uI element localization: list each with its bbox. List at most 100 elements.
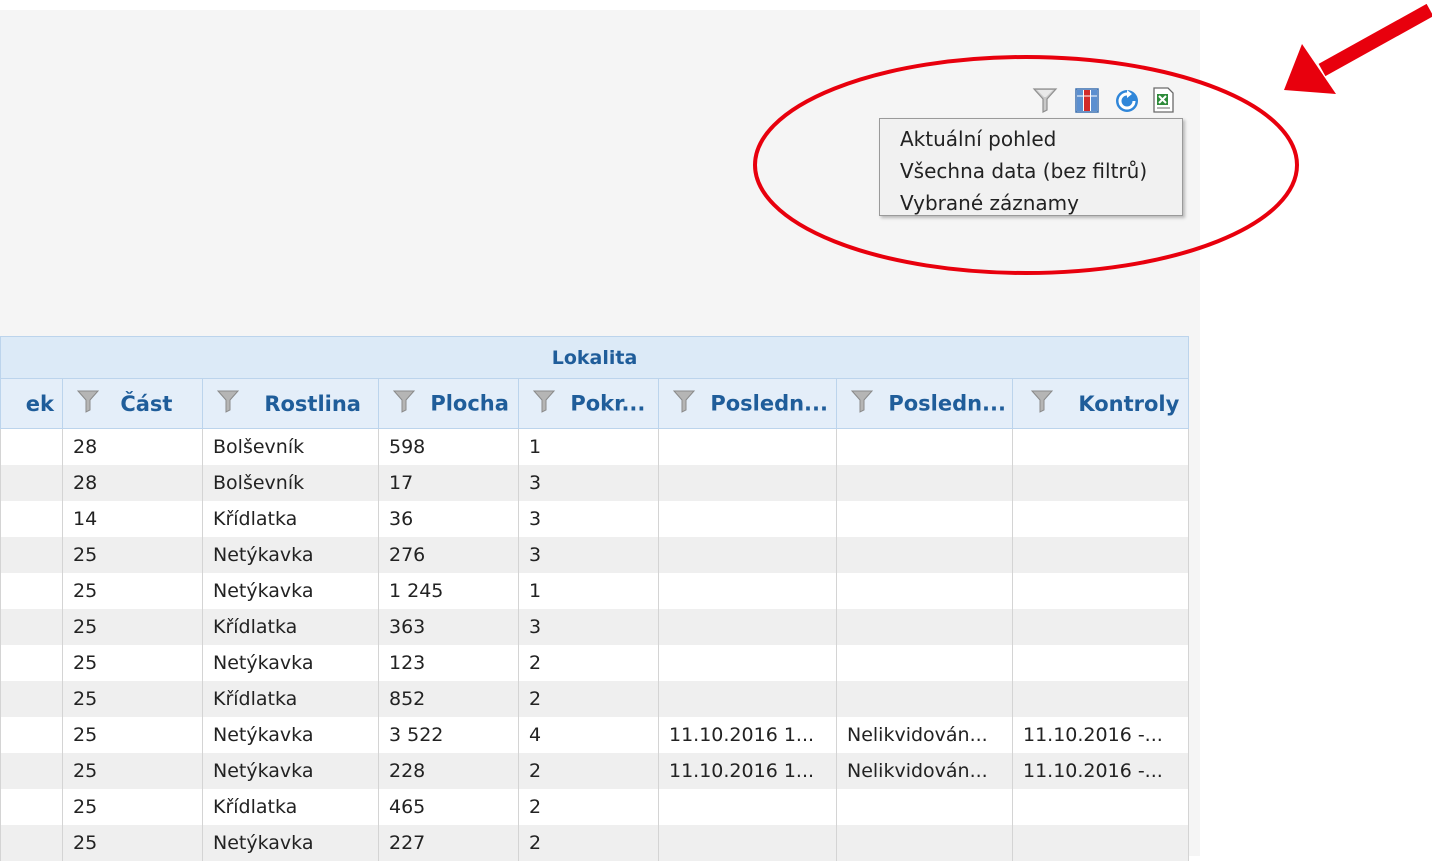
table-row[interactable]: 25 Netýkavka 3 522 4 11.10.2016 1... Nelikvid… — [0, 716, 1190, 753]
table-cell[interactable] — [1011, 644, 1190, 681]
table-cell[interactable] — [836, 428, 1013, 465]
table-row[interactable]: 25 Křídlatka 363 3 — [0, 608, 1190, 645]
filter-icon[interactable] — [76, 388, 100, 419]
table-row[interactable]: 25 Netýkavka 228 2 11.10.2016 1... Nelikvidov… — [0, 752, 1190, 789]
filter-icon[interactable] — [1030, 388, 1054, 419]
table-cell[interactable] — [658, 608, 837, 645]
table-cell[interactable] — [0, 716, 63, 753]
table-row[interactable]: 25 Křídlatka 852 2 — [0, 680, 1190, 717]
table-cell[interactable]: 598 — [378, 428, 519, 465]
column-header-plocha[interactable]: Plocha — [378, 378, 519, 429]
table-cell[interactable]: 25 — [62, 608, 203, 645]
column-header-rostlina[interactable]: Rostlina — [202, 378, 379, 429]
table-cell[interactable] — [1011, 572, 1190, 609]
table-cell[interactable]: Netýkavka — [202, 824, 379, 861]
table-cell[interactable]: Netýkavka — [202, 536, 379, 573]
table-row[interactable]: 25 Netýkavka 227 2 — [0, 824, 1190, 861]
table-row[interactable]: 25 Netýkavka 276 3 — [0, 536, 1190, 573]
table-cell[interactable]: 2 — [518, 824, 659, 861]
table-cell[interactable] — [836, 500, 1013, 537]
table-cell[interactable]: 17 — [378, 464, 519, 501]
table-cell[interactable] — [658, 680, 837, 717]
table-cell[interactable] — [0, 788, 63, 825]
table-cell[interactable] — [1011, 680, 1190, 717]
table-cell[interactable] — [1011, 464, 1190, 501]
table-cell[interactable]: 4 — [518, 716, 659, 753]
table-cell[interactable] — [836, 464, 1013, 501]
table-cell[interactable] — [658, 788, 837, 825]
table-cell[interactable]: 2 — [518, 644, 659, 681]
table-cell[interactable]: 25 — [62, 788, 203, 825]
columns-icon[interactable] — [1074, 86, 1100, 114]
table-cell[interactable] — [836, 824, 1013, 861]
table-cell[interactable]: Křídlatka — [202, 680, 379, 717]
table-cell[interactable]: 2 — [518, 680, 659, 717]
table-cell[interactable]: 465 — [378, 788, 519, 825]
table-cell[interactable]: 11.10.2016 1... — [658, 716, 837, 753]
table-cell[interactable] — [658, 824, 837, 861]
table-cell[interactable] — [658, 428, 837, 465]
table-cell[interactable]: 2 — [518, 752, 659, 789]
table-row[interactable]: 28 Bolševník 17 3 — [0, 464, 1190, 501]
table-cell[interactable]: 227 — [378, 824, 519, 861]
table-cell[interactable] — [0, 572, 63, 609]
table-cell[interactable]: 25 — [62, 644, 203, 681]
excel-export-icon[interactable] — [1150, 86, 1176, 114]
table-cell[interactable] — [658, 500, 837, 537]
table-cell[interactable]: Netýkavka — [202, 572, 379, 609]
table-cell[interactable] — [1011, 824, 1190, 861]
table-cell[interactable] — [836, 680, 1013, 717]
filter-icon[interactable] — [216, 388, 240, 419]
table-cell[interactable] — [836, 536, 1013, 573]
table-cell[interactable]: Křídlatka — [202, 500, 379, 537]
table-cell[interactable] — [658, 536, 837, 573]
table-cell[interactable] — [1011, 500, 1190, 537]
menu-item-all-data[interactable]: Všechna data (bez filtrů) — [880, 155, 1182, 187]
table-cell[interactable]: 28 — [62, 428, 203, 465]
table-cell[interactable]: 25 — [62, 824, 203, 861]
table-cell[interactable]: 25 — [62, 752, 203, 789]
table-cell[interactable] — [836, 608, 1013, 645]
table-cell[interactable]: 3 — [518, 500, 659, 537]
table-cell[interactable] — [0, 752, 63, 789]
table-cell[interactable]: 363 — [378, 608, 519, 645]
table-cell[interactable]: 14 — [62, 500, 203, 537]
table-cell[interactable] — [0, 824, 63, 861]
table-cell[interactable]: 852 — [378, 680, 519, 717]
table-row[interactable]: 25 Netýkavka 123 2 — [0, 644, 1190, 681]
refresh-icon[interactable] — [1114, 86, 1140, 114]
table-cell[interactable]: 2 — [518, 788, 659, 825]
table-cell[interactable] — [0, 500, 63, 537]
table-cell[interactable] — [0, 680, 63, 717]
table-cell[interactable]: Netýkavka — [202, 716, 379, 753]
table-cell[interactable]: 25 — [62, 572, 203, 609]
menu-item-current-view[interactable]: Aktuální pohled — [880, 123, 1182, 155]
menu-item-selected-records[interactable]: Vybrané záznamy — [880, 187, 1182, 219]
table-cell[interactable] — [0, 428, 63, 465]
table-cell[interactable]: 228 — [378, 752, 519, 789]
table-cell[interactable]: Křídlatka — [202, 608, 379, 645]
table-cell[interactable]: 11.10.2016 1... — [658, 752, 837, 789]
table-cell[interactable]: 276 — [378, 536, 519, 573]
table-cell[interactable] — [0, 644, 63, 681]
table-cell[interactable]: 1 — [518, 572, 659, 609]
table-cell[interactable]: Bolševník — [202, 464, 379, 501]
filter-icon[interactable] — [532, 388, 556, 419]
table-cell[interactable]: 3 — [518, 536, 659, 573]
table-cell[interactable]: 11.10.2016 -... — [1011, 752, 1190, 789]
table-cell[interactable] — [1011, 428, 1190, 465]
table-cell[interactable]: Křídlatka — [202, 788, 379, 825]
filter-icon[interactable] — [672, 388, 696, 419]
table-cell[interactable]: 1 — [518, 428, 659, 465]
column-header-pokryvnost[interactable]: Pokr... — [518, 378, 659, 429]
filter-icon[interactable] — [1032, 86, 1058, 114]
table-cell[interactable]: 3 522 — [378, 716, 519, 753]
table-cell[interactable]: 1 245 — [378, 572, 519, 609]
column-header-cislo[interactable]: ek — [0, 378, 63, 429]
table-row[interactable]: 25 Křídlatka 465 2 — [0, 788, 1190, 825]
table-cell[interactable]: 3 — [518, 608, 659, 645]
column-header-posledni-2[interactable]: Posledn... — [836, 378, 1013, 429]
table-cell[interactable] — [658, 572, 837, 609]
table-cell[interactable] — [0, 536, 63, 573]
table-cell[interactable]: 36 — [378, 500, 519, 537]
